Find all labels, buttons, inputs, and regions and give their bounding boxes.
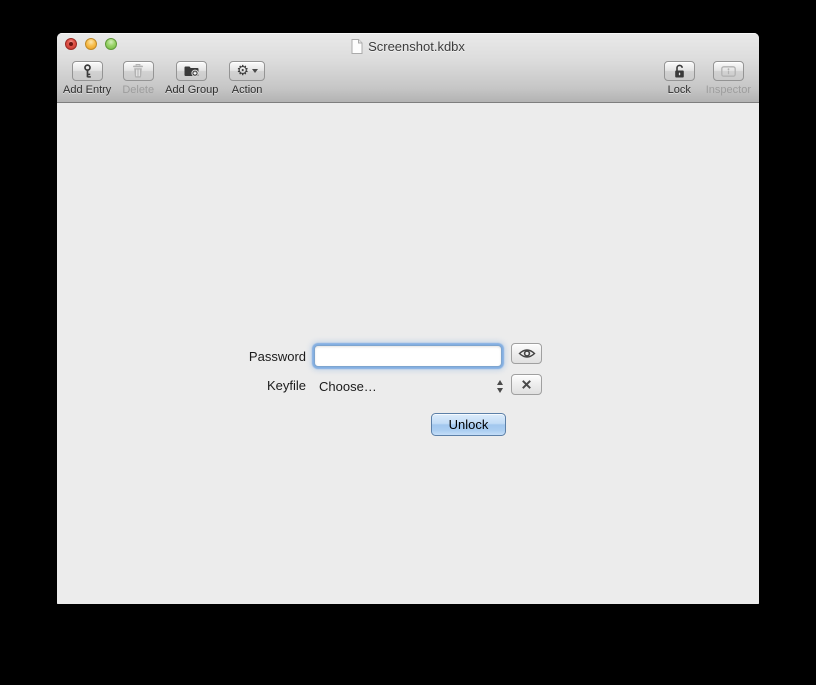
password-label: Password <box>249 349 306 365</box>
delete-label: Delete <box>122 84 154 96</box>
toolbar-item-action: ⚙ Action <box>229 61 265 96</box>
inspector-label: Inspector <box>706 84 751 96</box>
info-panel-icon <box>721 66 736 77</box>
toolbar-item-lock: Lock <box>664 61 695 96</box>
trash-icon <box>132 64 144 78</box>
add-entry-button[interactable] <box>72 61 103 81</box>
window-title: Screenshot.kdbx <box>368 39 465 54</box>
titlebar: Screenshot.kdbx <box>57 33 759 59</box>
chevron-down-icon <box>252 69 258 73</box>
toolbar-right-group: Lock Inspector <box>664 61 751 96</box>
document-proxy-icon <box>351 39 363 54</box>
gear-icon: ⚙ <box>236 65 249 78</box>
app-window: Screenshot.kdbx <box>57 33 759 604</box>
add-entry-label: Add Entry <box>63 84 111 96</box>
keyfile-selected-value: Choose… <box>319 379 377 394</box>
password-input[interactable] <box>314 345 502 367</box>
title-area: Screenshot.kdbx <box>57 33 759 59</box>
close-x-icon <box>521 379 532 390</box>
add-group-button[interactable] <box>176 61 207 81</box>
toolbar-item-delete: Delete <box>122 61 154 96</box>
toolbar-left-group: Add Entry <box>63 61 265 96</box>
toolbar-item-inspector: Inspector <box>706 61 751 96</box>
add-group-label: Add Group <box>165 84 218 96</box>
keyfile-label: Keyfile <box>267 378 306 394</box>
popup-stepper-icon <box>497 377 503 395</box>
delete-button[interactable] <box>123 61 154 81</box>
unlock-button[interactable]: Unlock <box>431 413 506 436</box>
inspector-button[interactable] <box>713 61 744 81</box>
show-password-button[interactable] <box>511 343 542 364</box>
lock-label: Lock <box>668 84 691 96</box>
toolbar: Add Entry <box>57 59 759 103</box>
toolbar-item-add-entry: Add Entry <box>63 61 111 96</box>
action-label: Action <box>232 84 263 96</box>
window-header: Screenshot.kdbx <box>57 33 759 103</box>
folder-plus-icon <box>184 65 199 77</box>
unlock-screen: Password Keyfile Choose… <box>57 103 759 604</box>
action-button[interactable]: ⚙ <box>229 61 265 81</box>
lock-button[interactable] <box>664 61 695 81</box>
key-icon <box>81 64 94 78</box>
eye-icon <box>518 348 536 359</box>
clear-keyfile-button[interactable] <box>511 374 542 395</box>
toolbar-item-add-group: Add Group <box>165 61 218 96</box>
padlock-open-icon <box>673 64 686 78</box>
